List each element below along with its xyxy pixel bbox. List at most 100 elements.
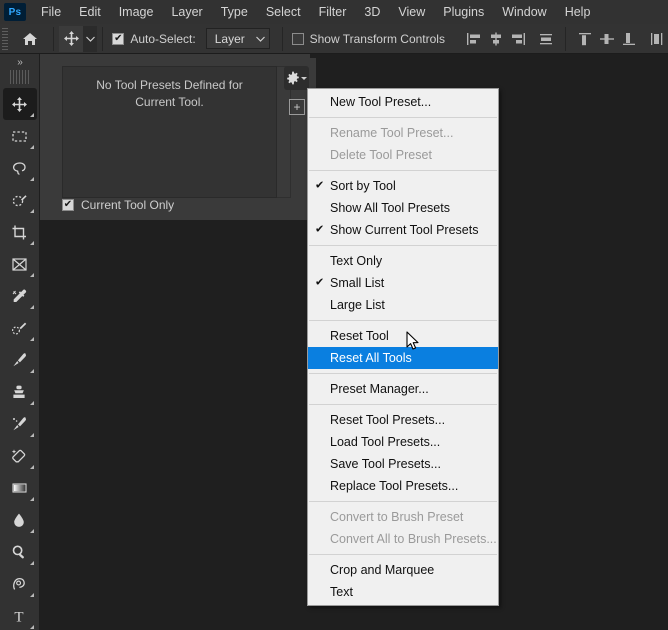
tool-pen-tool[interactable]	[3, 568, 37, 600]
tool-clone-stamp-tool[interactable]	[3, 376, 37, 408]
tool-group-indicator	[29, 529, 34, 533]
align-horizontal-centers-icon[interactable]	[485, 26, 507, 52]
menu-item-type[interactable]: Type	[212, 1, 257, 23]
tool-group-indicator	[29, 209, 34, 213]
menu-item-select[interactable]: Select	[257, 1, 310, 23]
tool-crop-tool[interactable]	[3, 216, 37, 248]
tool-eraser-tool[interactable]	[3, 440, 37, 472]
menu-item-layer[interactable]: Layer	[162, 1, 211, 23]
tool-group-indicator	[29, 625, 34, 629]
tool-presets-context-menu: New Tool Preset... Rename Tool Preset... D…	[307, 88, 499, 606]
menu-item-edit[interactable]: Edit	[70, 1, 110, 23]
menu-item-text[interactable]: Text	[308, 581, 498, 603]
panel-menu-gear-icon[interactable]	[284, 66, 309, 90]
auto-select-checkbox[interactable]: ✔	[112, 32, 125, 45]
menu-item-help[interactable]: Help	[556, 1, 600, 23]
menu-item-plugins[interactable]: Plugins	[434, 1, 493, 23]
show-transform-controls-group[interactable]: Show Transform Controls	[291, 32, 445, 46]
menu-item-sort-by-tool[interactable]: ✔ Sort by Tool	[308, 175, 498, 197]
distribute-horizontal-icon[interactable]	[535, 26, 557, 52]
menu-item-label: Reset Tool	[330, 329, 389, 343]
menu-item-new-tool-preset[interactable]: New Tool Preset...	[308, 91, 498, 113]
menu-item-file[interactable]: File	[32, 1, 70, 23]
menu-item-reset-tool[interactable]: Reset Tool	[308, 325, 498, 347]
tool-group-indicator	[29, 401, 34, 405]
gradient-tool-icon	[12, 482, 27, 493]
menu-item-rename-tool-preset: Rename Tool Preset...	[308, 122, 498, 144]
checkmark-icon: ✔	[315, 223, 325, 236]
checkmark-icon: ✔	[315, 276, 325, 289]
active-tool-move-icon[interactable]	[58, 25, 84, 52]
home-icon[interactable]	[18, 26, 41, 52]
tools-panel-grip[interactable]	[10, 70, 29, 84]
tool-move-tool[interactable]	[2, 88, 37, 120]
tool-gradient-tool[interactable]	[3, 472, 37, 504]
menu-item-filter[interactable]: Filter	[310, 1, 356, 23]
brush-tool-icon	[13, 352, 27, 366]
align-top-edges-icon[interactable]	[574, 26, 596, 52]
eyedropper-tool-icon	[12, 289, 27, 302]
menu-separator	[309, 117, 497, 118]
menu-item-image[interactable]: Image	[110, 1, 163, 23]
show-transform-controls-checkbox[interactable]	[291, 32, 304, 45]
menu-item-crop-and-marquee[interactable]: Crop and Marquee	[308, 559, 498, 581]
horizontal-type-tool-icon: T	[14, 609, 23, 625]
clone-stamp-tool-icon	[13, 385, 25, 398]
tool-group-indicator	[29, 465, 34, 469]
divider	[281, 26, 283, 51]
menu-item-load-tool-presets[interactable]: Load Tool Presets...	[308, 431, 498, 453]
current-tool-only-checkbox[interactable]: ✔	[62, 199, 74, 211]
menu-item-replace-tool-presets[interactable]: Replace Tool Presets...	[308, 475, 498, 497]
tool-brush-tool[interactable]	[3, 344, 37, 376]
menu-item-label: Crop and Marquee	[330, 563, 435, 577]
tool-lasso-tool[interactable]	[3, 152, 37, 184]
tool-horizontal-type-tool[interactable]: T	[3, 600, 37, 630]
align-bottom-edges-icon[interactable]	[618, 26, 640, 52]
menu-item-3d[interactable]: 3D	[355, 1, 389, 23]
menu-item-label: Small List	[330, 276, 385, 290]
auto-select-scope-dropdown[interactable]: Layer	[205, 28, 270, 49]
tool-history-brush-tool[interactable]	[3, 408, 37, 440]
tool-quick-selection-tool[interactable]	[3, 184, 37, 216]
create-new-tool-preset-button[interactable]: +	[289, 99, 305, 115]
menu-item-view[interactable]: View	[389, 1, 434, 23]
tool-group-indicator	[29, 433, 34, 437]
menu-item-show-all-tool-presets[interactable]: Show All Tool Presets	[308, 197, 498, 219]
menu-item-small-list[interactable]: ✔ Small List	[308, 272, 498, 294]
tool-eyedropper-tool[interactable]	[3, 280, 37, 312]
tool-spot-healing-brush-tool[interactable]	[3, 312, 37, 344]
distribute-vertical-icon[interactable]	[646, 26, 668, 52]
tool-presets-list[interactable]: No Tool Presets Defined for Current Tool…	[62, 66, 277, 198]
dodge-tool-icon	[12, 545, 24, 558]
tool-group-indicator	[29, 177, 34, 181]
align-right-edges-icon[interactable]	[507, 26, 529, 52]
menu-item-label: Sort by Tool	[330, 179, 396, 193]
menu-item-reset-tool-presets[interactable]: Reset Tool Presets...	[308, 409, 498, 431]
align-vertical-centers-icon[interactable]	[596, 26, 618, 52]
menu-bar: Ps File Edit Image Layer Type Select Filter 3D V…	[0, 0, 668, 24]
menu-item-label: Preset Manager...	[330, 382, 429, 396]
tool-preset-chevron-down-icon[interactable]	[83, 25, 98, 52]
tool-frame-tool[interactable]	[3, 248, 37, 280]
menu-item-window[interactable]: Window	[493, 1, 555, 23]
auto-select-group[interactable]: ✔ Auto-Select:	[112, 32, 196, 46]
alignment-tools-group	[463, 26, 668, 52]
align-left-edges-icon[interactable]	[463, 26, 485, 52]
blur-tool-icon	[14, 513, 24, 527]
menu-separator	[309, 373, 497, 374]
menu-item-large-list[interactable]: Large List	[308, 294, 498, 316]
menu-item-label: Replace Tool Presets...	[330, 479, 459, 493]
menu-item-show-current-tool-presets[interactable]: ✔ Show Current Tool Presets	[308, 219, 498, 241]
options-bar-grip[interactable]	[2, 27, 9, 50]
current-tool-only-group[interactable]: ✔ Current Tool Only	[62, 198, 174, 212]
tool-dodge-tool[interactable]	[3, 536, 37, 568]
expand-toolbar-icon[interactable]: »	[0, 54, 39, 70]
tool-rectangular-marquee-tool[interactable]	[3, 120, 37, 152]
menu-item-save-tool-presets[interactable]: Save Tool Presets...	[308, 453, 498, 475]
menu-item-label: Save Tool Presets...	[330, 457, 441, 471]
menu-item-preset-manager[interactable]: Preset Manager...	[308, 378, 498, 400]
menu-separator	[309, 404, 497, 405]
tool-blur-tool[interactable]	[3, 504, 37, 536]
menu-item-reset-all-tools[interactable]: Reset All Tools	[308, 347, 498, 369]
menu-item-text-only[interactable]: Text Only	[308, 250, 498, 272]
